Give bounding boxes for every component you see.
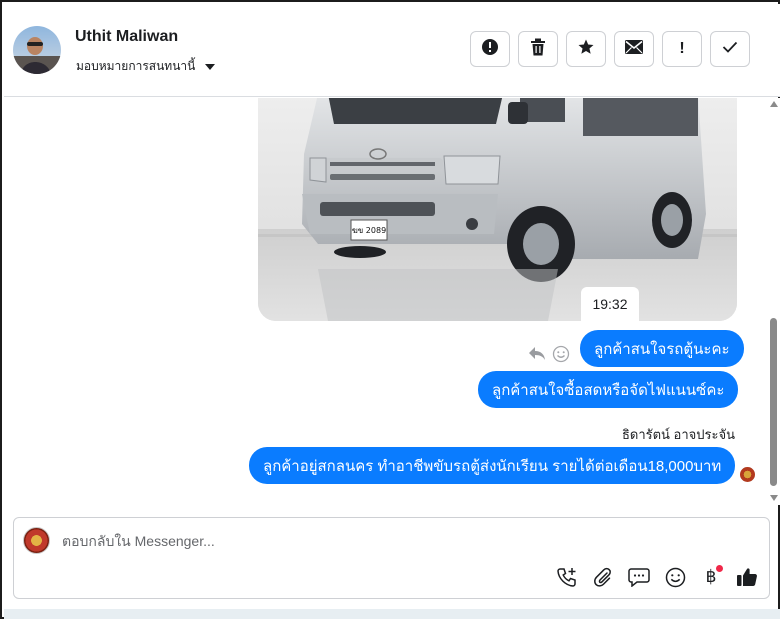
delete-button[interactable] — [518, 31, 558, 67]
message-hover-actions — [528, 345, 570, 368]
reply-composer: ฿ — [13, 517, 770, 599]
sender-name: ธิดารัตน์ อาจประจัน — [621, 427, 735, 442]
message-bubble[interactable]: ลูกค้าอยู่สกลนคร ทำอาชีพขับรถตู้ส่งนักเร… — [249, 447, 736, 484]
message-bubble[interactable]: ลูกค้าสนใจซื้อสดหรือจัดไฟแนนซ์คะ — [478, 371, 739, 408]
assign-conversation-dropdown[interactable]: มอบหมายการสนทนานี้ — [76, 57, 216, 76]
footer-strip — [4, 609, 780, 619]
phone-plus-icon[interactable] — [555, 565, 579, 589]
baht-glyph: ฿ — [705, 567, 717, 587]
page-avatar — [23, 527, 50, 554]
assign-label: มอบหมายการสนทนานี้ — [76, 59, 196, 73]
thumbs-up-icon[interactable] — [735, 565, 759, 589]
chat-bubble-icon[interactable] — [627, 565, 651, 589]
star-button[interactable] — [566, 31, 606, 67]
thread-scrollbar[interactable] — [767, 98, 779, 505]
reply-icon[interactable] — [528, 346, 546, 367]
contact-avatar[interactable] — [13, 26, 61, 74]
react-smiley-icon[interactable] — [552, 345, 570, 368]
follow-up-button[interactable]: ! — [662, 31, 702, 67]
mark-done-button[interactable] — [710, 31, 750, 67]
spam-button[interactable] — [470, 31, 510, 67]
scrollbar-thumb[interactable] — [770, 318, 777, 486]
star-icon — [577, 38, 595, 61]
emoji-icon[interactable] — [663, 565, 687, 589]
message-timestamp: 19:32 — [581, 287, 639, 321]
seen-receipt-avatar — [740, 467, 755, 482]
conversation-header: Uthit Maliwan มอบหมายการสนทนานี้ ! — [4, 4, 780, 97]
scroll-up-arrow-icon[interactable] — [770, 101, 778, 107]
baht-icon[interactable]: ฿ — [699, 565, 723, 589]
notification-dot — [716, 565, 723, 572]
envelope-icon — [625, 39, 643, 59]
paperclip-icon[interactable] — [591, 565, 615, 589]
caret-down-icon — [205, 63, 216, 70]
contact-name: Uthit Maliwan — [75, 28, 179, 45]
reply-input[interactable] — [62, 531, 742, 551]
alert-circle-icon — [481, 38, 499, 61]
van-photo-attachment[interactable]: ฆข 2089 — [258, 98, 737, 321]
message-thread: ฆข 2089 19:32 ลูกค้าสนใจรถตู้นะคะ ลูกค้า… — [4, 98, 780, 505]
trash-icon — [530, 38, 546, 61]
check-icon — [722, 40, 738, 58]
mark-unread-button[interactable] — [614, 31, 654, 67]
license-plate-text: ฆข 2089 — [352, 226, 386, 235]
message-bubble[interactable]: ลูกค้าสนใจรถตู้นะคะ — [580, 330, 744, 367]
scroll-down-arrow-icon[interactable] — [770, 495, 778, 501]
messenger-window: Uthit Maliwan มอบหมายการสนทนานี้ ! ฆข 20… — [0, 0, 780, 619]
exclamation-icon: ! — [679, 40, 685, 57]
